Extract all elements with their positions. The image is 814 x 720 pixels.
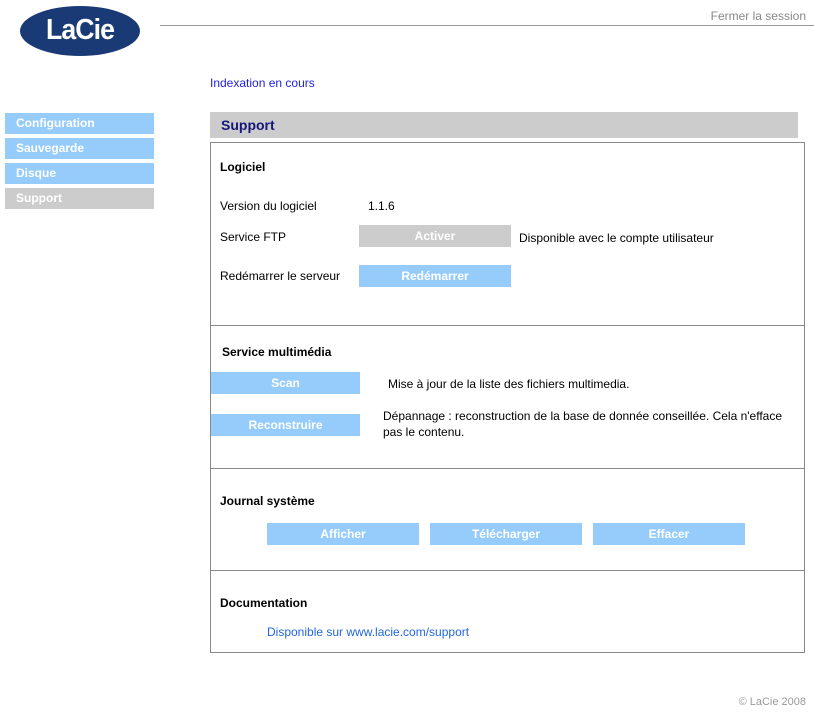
media-scan-note: Mise à jour de la liste des fichiers mul… bbox=[388, 377, 630, 391]
lacie-logo: LaCie bbox=[20, 6, 140, 56]
media-service-panel: Service multimédia Scan Mise à jour de l… bbox=[210, 325, 805, 469]
ftp-activate-button[interactable]: Activer bbox=[359, 225, 511, 247]
documentation-heading: Documentation bbox=[220, 596, 308, 610]
software-heading: Logiciel bbox=[220, 160, 266, 174]
documentation-link[interactable]: Disponible sur www.lacie.com/support bbox=[267, 625, 469, 639]
sidebar-item-configuration[interactable]: Configuration bbox=[5, 113, 154, 134]
restart-server-label: Redémarrer le serveur bbox=[220, 269, 341, 283]
ftp-service-note: Disponible avec le compte utilisateur bbox=[519, 231, 714, 245]
log-view-button[interactable]: Afficher bbox=[267, 523, 419, 545]
page-title-bar: Support bbox=[210, 112, 798, 138]
header-divider bbox=[160, 25, 814, 26]
media-service-heading: Service multimédia bbox=[222, 345, 332, 359]
logout-link[interactable]: Fermer la session bbox=[711, 9, 806, 23]
sidebar-item-disque[interactable]: Disque bbox=[5, 163, 154, 184]
restart-server-button[interactable]: Redémarrer bbox=[359, 265, 511, 287]
system-log-heading: Journal système bbox=[220, 494, 315, 508]
software-version-label: Version du logiciel bbox=[220, 199, 317, 213]
sidebar-item-support[interactable]: Support bbox=[5, 188, 154, 209]
log-download-button[interactable]: Télécharger bbox=[430, 523, 582, 545]
media-rebuild-note: Dépannage : reconstruction de la base de… bbox=[383, 409, 783, 439]
page-title: Support bbox=[221, 117, 275, 133]
ftp-service-label: Service FTP bbox=[220, 230, 287, 244]
logo-text: LaCie bbox=[45, 13, 115, 46]
indexing-status-link[interactable]: Indexation en cours bbox=[210, 76, 315, 90]
page-header: LaCie Fermer la session bbox=[0, 0, 814, 62]
sidebar-nav: Configuration Sauvegarde Disque Support bbox=[5, 113, 154, 213]
media-rebuild-button[interactable]: Reconstruire bbox=[211, 414, 360, 436]
documentation-panel: Documentation Disponible sur www.lacie.c… bbox=[210, 570, 805, 653]
sidebar-item-sauvegarde[interactable]: Sauvegarde bbox=[5, 138, 154, 159]
log-clear-button[interactable]: Effacer bbox=[593, 523, 745, 545]
media-scan-button[interactable]: Scan bbox=[211, 372, 360, 394]
software-panel: Logiciel Version du logiciel 1.1.6 Servi… bbox=[210, 142, 805, 326]
system-log-panel: Journal système Afficher Télécharger Eff… bbox=[210, 468, 805, 571]
software-version-value: 1.1.6 bbox=[368, 199, 395, 213]
copyright-footer: © LaCie 2008 bbox=[738, 696, 806, 708]
